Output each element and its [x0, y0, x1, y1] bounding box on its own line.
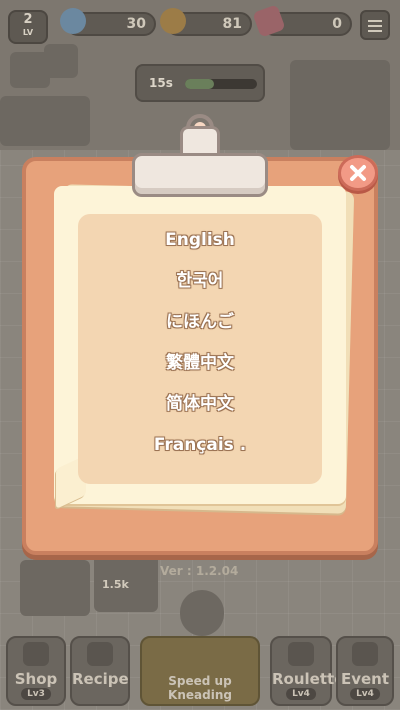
baker-character [180, 590, 224, 636]
speed-up-label: Speed up Kneading [168, 674, 232, 702]
player-level-label: LV [22, 28, 34, 37]
nav-shop-label: Shop [14, 670, 58, 688]
version-label: Ver : 1.2.04 [160, 564, 239, 578]
event-icon [352, 642, 378, 666]
player-level-number: 2 [23, 12, 33, 27]
coin-icon [160, 8, 186, 34]
oven-progress-bar [185, 79, 257, 89]
nav-roulette-button[interactable]: Roulette Lv4 [270, 636, 345, 706]
language-option-english[interactable]: English [78, 222, 322, 258]
menu-icon-line [368, 25, 382, 27]
language-option-french[interactable]: Français . [78, 427, 322, 463]
kitchen-cabinet [290, 60, 390, 150]
nav-event-level: Lv4 [350, 688, 380, 700]
gem-icon [60, 8, 86, 34]
menu-button[interactable] [360, 10, 390, 40]
oven-machine [20, 560, 90, 616]
language-option-korean[interactable]: 한국어 [78, 263, 322, 299]
nav-event-label: Event [340, 670, 390, 688]
nav-shop-level: Lv3 [21, 688, 51, 700]
oven-timer: 15s [135, 64, 265, 102]
oven-progress-fill [185, 79, 214, 89]
player-level-badge: 2 LV [8, 10, 48, 44]
nav-shop-button[interactable]: Shop Lv3 [6, 636, 66, 706]
nav-recipe-button[interactable]: Recipe [70, 636, 130, 706]
nav-event-button[interactable]: Event Lv4 [336, 636, 394, 706]
language-option-simplified-chinese[interactable]: 简体中文 [78, 386, 322, 422]
nav-roulette-level: Lv4 [286, 688, 316, 700]
bread-count: 1.5k [102, 578, 129, 591]
tool-icon [44, 44, 78, 78]
menu-icon-line [368, 20, 382, 22]
roulette-icon [288, 642, 314, 666]
bottom-nav: Shop Lv3 Recipe Speed up Kneading Roulet… [0, 632, 400, 710]
language-list[interactable]: English 한국어 にほんご 繁體中文 简体中文 Français . [78, 214, 322, 484]
menu-icon-line [368, 30, 382, 32]
counter-shelf [0, 96, 90, 146]
close-icon [350, 165, 366, 181]
oven-timer-text: 15s [149, 76, 173, 90]
close-button[interactable] [338, 155, 378, 191]
language-option-traditional-chinese[interactable]: 繁體中文 [78, 345, 322, 381]
shop-icon [23, 642, 49, 666]
nav-roulette-label: Roulette [272, 670, 345, 688]
clip-icon [132, 153, 268, 197]
language-option-japanese[interactable]: にほんご [78, 304, 322, 340]
speed-up-kneading-button[interactable]: Speed up Kneading [140, 636, 260, 706]
bread-icon [87, 642, 113, 666]
nav-recipe-label: Recipe [72, 670, 129, 688]
